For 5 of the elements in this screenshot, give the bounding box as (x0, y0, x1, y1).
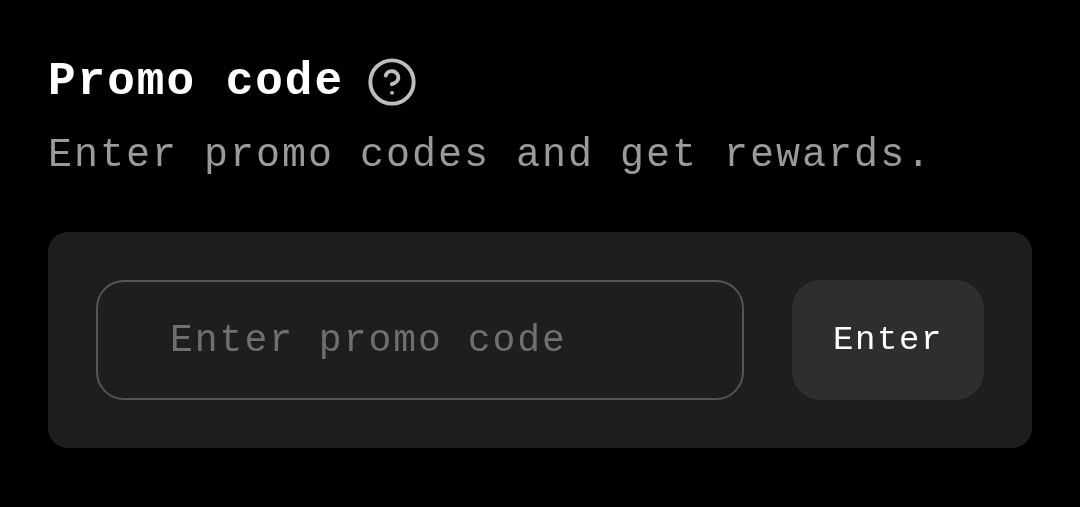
enter-button[interactable]: Enter (792, 280, 984, 400)
help-icon[interactable] (366, 56, 419, 108)
promo-code-field[interactable]: Enter promo code (96, 280, 744, 400)
section-description: Enter promo codes and get rewards. (48, 136, 934, 176)
section-title: Promo code (48, 59, 345, 105)
